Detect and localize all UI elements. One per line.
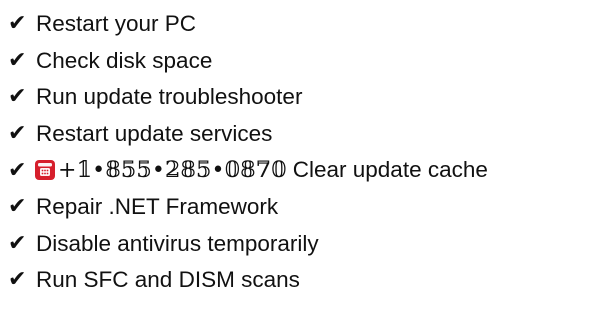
check-mark-icon: ✔ xyxy=(8,194,27,220)
check-mark-icon: ✔ xyxy=(8,267,27,293)
list-item-clear-update-cache: ✔ +𝟙•𝟠𝟝𝟝•𝟚𝟠𝟝•𝟘𝟠𝟟𝟘 Clear update cache xyxy=(8,152,488,189)
phone-number: +𝟙•𝟠𝟝𝟝•𝟚𝟠𝟝•𝟘𝟠𝟟𝟘 xyxy=(58,157,287,183)
check-mark-icon: ✔ xyxy=(8,157,27,183)
list-item-label: Clear update cache xyxy=(292,157,488,183)
list-item-restart-update-services: ✔ Restart update services xyxy=(8,116,488,153)
support-phone: +𝟙•𝟠𝟝𝟝•𝟚𝟠𝟝•𝟘𝟠𝟟𝟘 xyxy=(34,157,287,183)
check-mark-icon: ✔ xyxy=(8,11,27,37)
check-mark-icon: ✔ xyxy=(8,47,27,73)
list-item-disable-antivirus: ✔ Disable antivirus temporarily xyxy=(8,226,488,263)
list-item-label: Disable antivirus temporarily xyxy=(36,230,319,256)
list-item-restart-pc: ✔ Restart your PC xyxy=(8,6,488,43)
checklist: ✔ Restart your PC ✔ Check disk space ✔ R… xyxy=(8,6,488,299)
list-item-check-disk-space: ✔ Check disk space xyxy=(8,43,488,80)
list-item-label: Check disk space xyxy=(36,47,213,73)
list-item-label: Restart update services xyxy=(36,120,273,146)
list-item-repair-net-framework: ✔ Repair .NET Framework xyxy=(8,189,488,226)
check-mark-icon: ✔ xyxy=(8,121,27,147)
check-mark-icon: ✔ xyxy=(8,230,27,256)
list-item-label: Run SFC and DISM scans xyxy=(36,267,300,293)
list-item-label: Repair .NET Framework xyxy=(36,194,279,220)
check-mark-icon: ✔ xyxy=(8,84,27,110)
list-item-label: Restart your PC xyxy=(36,11,197,37)
list-item-label: Run update troubleshooter xyxy=(36,84,303,110)
list-item-update-troubleshooter: ✔ Run update troubleshooter xyxy=(8,79,488,116)
list-item-run-sfc-dism: ✔ Run SFC and DISM scans xyxy=(8,262,488,299)
telephone-icon xyxy=(34,159,56,181)
